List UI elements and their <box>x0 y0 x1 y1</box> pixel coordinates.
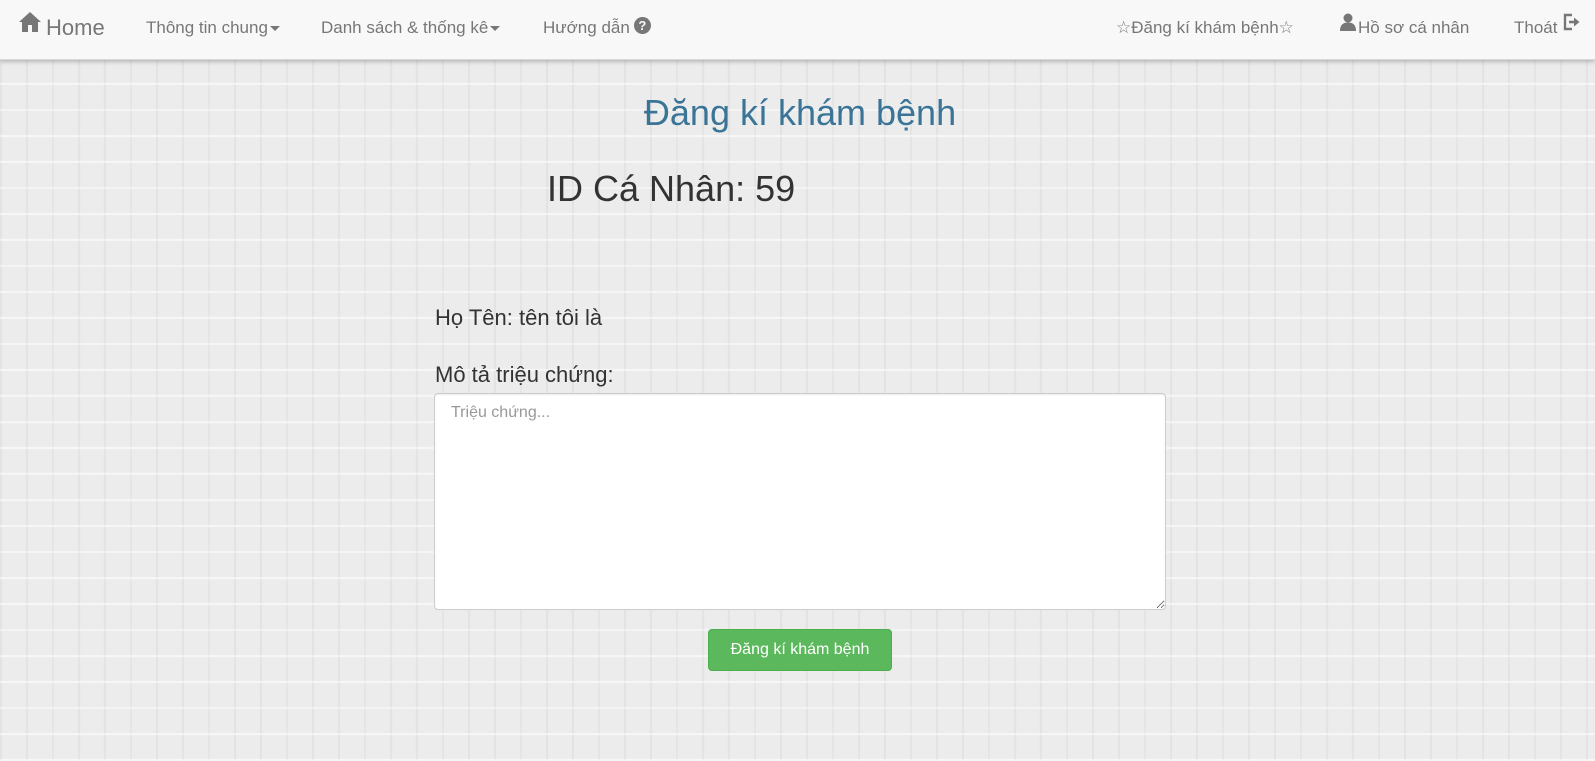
nav-profile-link[interactable]: Hồ sơ cá nhân <box>1340 0 1469 56</box>
caret-down-icon <box>269 26 280 32</box>
caret-down-icon <box>490 26 501 32</box>
nav-guide-label: Hướng dẫn <box>543 18 630 37</box>
nav-general-info-dropdown[interactable]: Thông tin chung <box>146 0 280 56</box>
page-title: Đăng kí khám bệnh <box>643 92 957 133</box>
register-exam-button[interactable]: Đăng kí khám bệnh <box>708 629 892 671</box>
user-icon <box>1340 0 1356 54</box>
nav-guide-link[interactable]: Hướng dẫn? <box>543 0 651 56</box>
nav-profile-label: Hồ sơ cá nhân <box>1358 18 1470 37</box>
nav-list-stats-label: Danh sách & thống kê <box>321 18 489 37</box>
nav-logout-link[interactable]: Thoát <box>1514 0 1581 56</box>
symptom-label: Mô tả triệu chứng: <box>435 362 614 387</box>
full-name-text: Họ Tên: tên tôi là <box>435 305 603 330</box>
question-circle-icon: ? <box>633 17 651 35</box>
nav-general-info-label: Thông tin chung <box>146 18 268 37</box>
logout-icon <box>1563 0 1581 54</box>
nav-register-exam-label: ☆Đăng kí khám bệnh☆ <box>1116 18 1294 37</box>
nav-register-exam-link[interactable]: ☆Đăng kí khám bệnh☆ <box>1116 0 1294 56</box>
nav-home-label: Home <box>46 15 105 40</box>
nav-logout-label: Thoát <box>1514 18 1558 37</box>
nav-list-stats-dropdown[interactable]: Danh sách & thống kê <box>321 0 501 56</box>
top-navbar: Home Thông tin chung Danh sách & thống k… <box>0 0 1595 60</box>
nav-home-link[interactable]: Home <box>18 0 105 56</box>
home-icon <box>18 0 42 54</box>
symptom-description-textarea[interactable] <box>434 393 1166 610</box>
personal-id-text: ID Cá Nhân: 59 <box>547 168 796 209</box>
